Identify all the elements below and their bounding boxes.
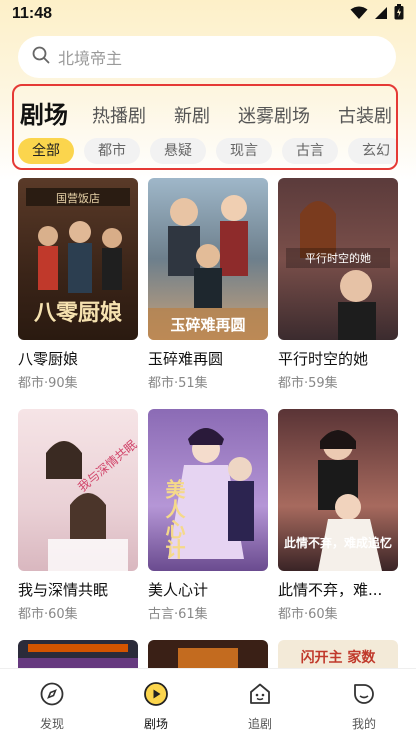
poster-top-label: 国营饭店 bbox=[56, 191, 100, 205]
drama-card[interactable]: 玉碎难再圆 玉碎难再圆 都市·51集 bbox=[148, 178, 268, 391]
drama-meta: 都市·60集 bbox=[18, 607, 78, 622]
drama-card-partial[interactable]: 闪开主 家数 bbox=[278, 640, 398, 670]
drama-card[interactable]: 我与深情共眠 我与深情共眠 都市·60集 bbox=[18, 409, 138, 622]
tab-bar: 剧场 热播剧 新剧 迷雾剧场 古装剧 bbox=[20, 92, 396, 132]
drama-card[interactable]: 此情不弃，难成追忆 此情不弃，难... 都市·60集 bbox=[278, 409, 398, 622]
nav-label: 剧场 bbox=[143, 717, 168, 731]
profile-icon bbox=[351, 681, 377, 711]
bottom-nav: 发现 剧场 追剧 我的 bbox=[0, 668, 416, 740]
tab-hot[interactable]: 热播剧 bbox=[92, 102, 146, 132]
poster-title: 此情不弃，难成追忆 bbox=[284, 535, 392, 550]
nav-theater[interactable]: 剧场 bbox=[116, 681, 196, 732]
drama-poster: 我与深情共眠 bbox=[18, 409, 138, 571]
drama-card-partial[interactable] bbox=[148, 640, 268, 670]
drama-meta: 古言·61集 bbox=[148, 607, 208, 622]
nav-discover[interactable]: 发现 bbox=[12, 681, 92, 732]
chip-urban[interactable]: 都市 bbox=[84, 138, 140, 164]
chip-fantasy[interactable]: 玄幻 bbox=[348, 138, 396, 164]
poster-title: 平行时空的她 bbox=[305, 251, 371, 265]
tab-mystery-theater[interactable]: 迷雾剧场 bbox=[238, 102, 310, 132]
drama-meta: 都市·90集 bbox=[18, 376, 78, 391]
drama-title: 我与深情共眠 bbox=[18, 581, 109, 599]
nav-label: 我的 bbox=[351, 717, 376, 731]
house-heart-icon bbox=[247, 681, 273, 711]
drama-poster: 美人心计 bbox=[148, 409, 268, 571]
compass-icon bbox=[39, 681, 65, 711]
poster-title: 玉碎难再圆 bbox=[170, 316, 245, 334]
search-icon bbox=[32, 46, 50, 68]
drama-card-partial[interactable] bbox=[18, 640, 138, 670]
drama-poster: 此情不弃，难成追忆 bbox=[278, 409, 398, 571]
drama-card[interactable]: 美人心计 美人心计 古言·61集 bbox=[148, 409, 268, 622]
genre-filter-bar: 全部 都市 悬疑 现言 古言 玄幻 bbox=[18, 138, 396, 164]
category-selector: 剧场 热播剧 新剧 迷雾剧场 古装剧 全部 都市 悬疑 现言 古言 玄幻 bbox=[12, 84, 398, 170]
drama-card[interactable]: 平行时空的她 平行时空的她 都市·59集 bbox=[278, 178, 398, 391]
nav-following[interactable]: 追剧 bbox=[220, 681, 300, 732]
status-icons bbox=[350, 4, 404, 24]
tab-new[interactable]: 新剧 bbox=[174, 102, 210, 132]
chip-suspense[interactable]: 悬疑 bbox=[150, 138, 206, 164]
drama-card[interactable]: 国营饭店 八零厨娘 八零厨娘 都市·90集 bbox=[18, 178, 138, 391]
poster-title: 八零厨娘 bbox=[34, 300, 122, 326]
drama-meta: 都市·59集 bbox=[278, 376, 338, 391]
drama-poster: 平行时空的她 bbox=[278, 178, 398, 340]
poster-title: 美人心计 bbox=[162, 478, 186, 560]
signal-icon bbox=[374, 5, 388, 24]
drama-title: 此情不弃，难... bbox=[278, 581, 383, 599]
nav-label: 追剧 bbox=[247, 717, 272, 731]
nav-profile[interactable]: 我的 bbox=[324, 681, 404, 732]
battery-icon bbox=[394, 4, 404, 24]
drama-title: 八零厨娘 bbox=[18, 350, 79, 368]
tab-theater[interactable]: 剧场 bbox=[20, 95, 68, 132]
chip-ancient-romance[interactable]: 古言 bbox=[282, 138, 338, 164]
status-time: 11:48 bbox=[12, 5, 53, 22]
tab-costume[interactable]: 古装剧 bbox=[338, 102, 392, 132]
search-placeholder: 北境帝主 bbox=[58, 49, 123, 68]
chip-modern-romance[interactable]: 现言 bbox=[216, 138, 272, 164]
nav-label: 发现 bbox=[39, 717, 64, 731]
search-input[interactable]: 北境帝主 bbox=[18, 36, 396, 78]
drama-title: 平行时空的她 bbox=[278, 350, 369, 368]
drama-meta: 都市·60集 bbox=[278, 607, 338, 622]
drama-title: 玉碎难再圆 bbox=[148, 350, 224, 368]
chip-all[interactable]: 全部 bbox=[18, 138, 74, 164]
drama-title: 美人心计 bbox=[148, 581, 209, 599]
status-bar: 11:48 bbox=[0, 0, 416, 28]
drama-meta: 都市·51集 bbox=[148, 376, 208, 391]
poster-title: 闪开主 家数 bbox=[301, 649, 377, 666]
play-icon bbox=[143, 681, 169, 711]
wifi-icon bbox=[350, 5, 368, 24]
drama-poster: 玉碎难再圆 bbox=[148, 178, 268, 340]
drama-poster: 国营饭店 八零厨娘 bbox=[18, 178, 138, 340]
